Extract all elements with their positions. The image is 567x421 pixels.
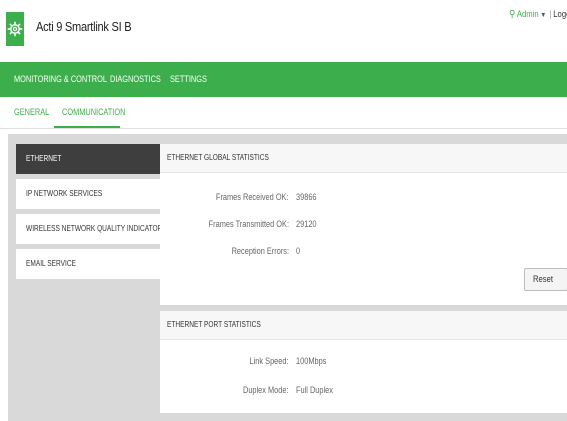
user-menu[interactable]: ⚲Admin▼|Logo: [509, 9, 567, 20]
user-icon: ⚲: [509, 9, 516, 20]
stat-row-frames-transmitted: Frames Transmitted OK: 29120: [160, 219, 567, 233]
port-stats-panel: ETHERNET PORT STATISTICS Link Speed: 100…: [160, 311, 567, 413]
stat-label: Duplex Mode:: [243, 385, 289, 395]
stat-label: Link Speed:: [250, 356, 289, 366]
user-name[interactable]: Admin: [517, 9, 539, 19]
nav-settings[interactable]: SETTINGS: [170, 74, 207, 84]
stat-row-reception-errors: Reception Errors: 0: [160, 246, 567, 260]
sidebar-item-label: EMAIL SERVICE: [26, 259, 76, 268]
sidebar-item-ip-network-services[interactable]: IP NETWORK SERVICES: [16, 179, 162, 209]
nav-monitoring-control[interactable]: MONITORING & CONTROL: [14, 74, 107, 84]
stat-value: 39866: [296, 192, 317, 202]
global-stats-panel: ETHERNET GLOBAL STATISTICS Frames Receiv…: [160, 144, 567, 305]
stat-label: Reception Errors:: [231, 246, 289, 256]
stat-value: 100Mbps: [296, 356, 327, 366]
stat-row-link-speed: Link Speed: 100Mbps: [160, 356, 567, 370]
sidebar-item-wireless-quality[interactable]: WIRELESS NETWORK QUALITY INDICATORS: [16, 214, 167, 244]
stat-row-duplex-mode: Duplex Mode: Full Duplex: [160, 385, 567, 399]
main-nav: MONITORING & CONTROL DIAGNOSTICS SETTING…: [0, 62, 567, 97]
sidebar-item-label: ETHERNET: [26, 154, 62, 163]
panel-header: ETHERNET GLOBAL STATISTICS: [160, 144, 567, 173]
logout-link[interactable]: Logo: [553, 9, 567, 19]
active-tab-indicator: [54, 126, 120, 128]
sub-nav: GENERAL COMMUNICATION: [0, 97, 567, 129]
reset-button-label: Reset: [533, 274, 553, 284]
panel-header: ETHERNET PORT STATISTICS: [160, 311, 567, 340]
stat-row-frames-received: Frames Received OK: 39866: [160, 192, 567, 206]
gear-icon: [7, 21, 23, 37]
sidebar-item-ethernet[interactable]: ETHERNET: [16, 144, 162, 174]
logo: [6, 12, 24, 46]
stat-value: Full Duplex: [296, 385, 333, 395]
sidebar-item-label: WIRELESS NETWORK QUALITY INDICATORS: [26, 224, 167, 233]
nav-diagnostics[interactable]: DIAGNOSTICS: [110, 74, 161, 84]
app-title: Acti 9 Smartlink SI B: [36, 19, 132, 34]
panel-title: ETHERNET GLOBAL STATISTICS: [167, 153, 269, 162]
tab-general[interactable]: GENERAL: [14, 107, 49, 117]
reset-button[interactable]: Reset: [524, 268, 567, 291]
chevron-down-icon[interactable]: ▼: [540, 12, 546, 19]
stat-value: 0: [296, 246, 301, 256]
sidebar-item-email-service[interactable]: EMAIL SERVICE: [16, 249, 162, 279]
panel-title: ETHERNET PORT STATISTICS: [167, 320, 261, 329]
stat-label: Frames Received OK:: [216, 192, 289, 202]
app-header: Acti 9 Smartlink SI B ⚲Admin▼|Logo: [0, 0, 567, 62]
tab-communication[interactable]: COMMUNICATION: [62, 107, 125, 117]
separator: |: [549, 9, 552, 19]
stat-label: Frames Transmitted OK:: [208, 219, 289, 229]
stat-value: 29120: [296, 219, 317, 229]
sidebar-item-label: IP NETWORK SERVICES: [26, 189, 103, 198]
